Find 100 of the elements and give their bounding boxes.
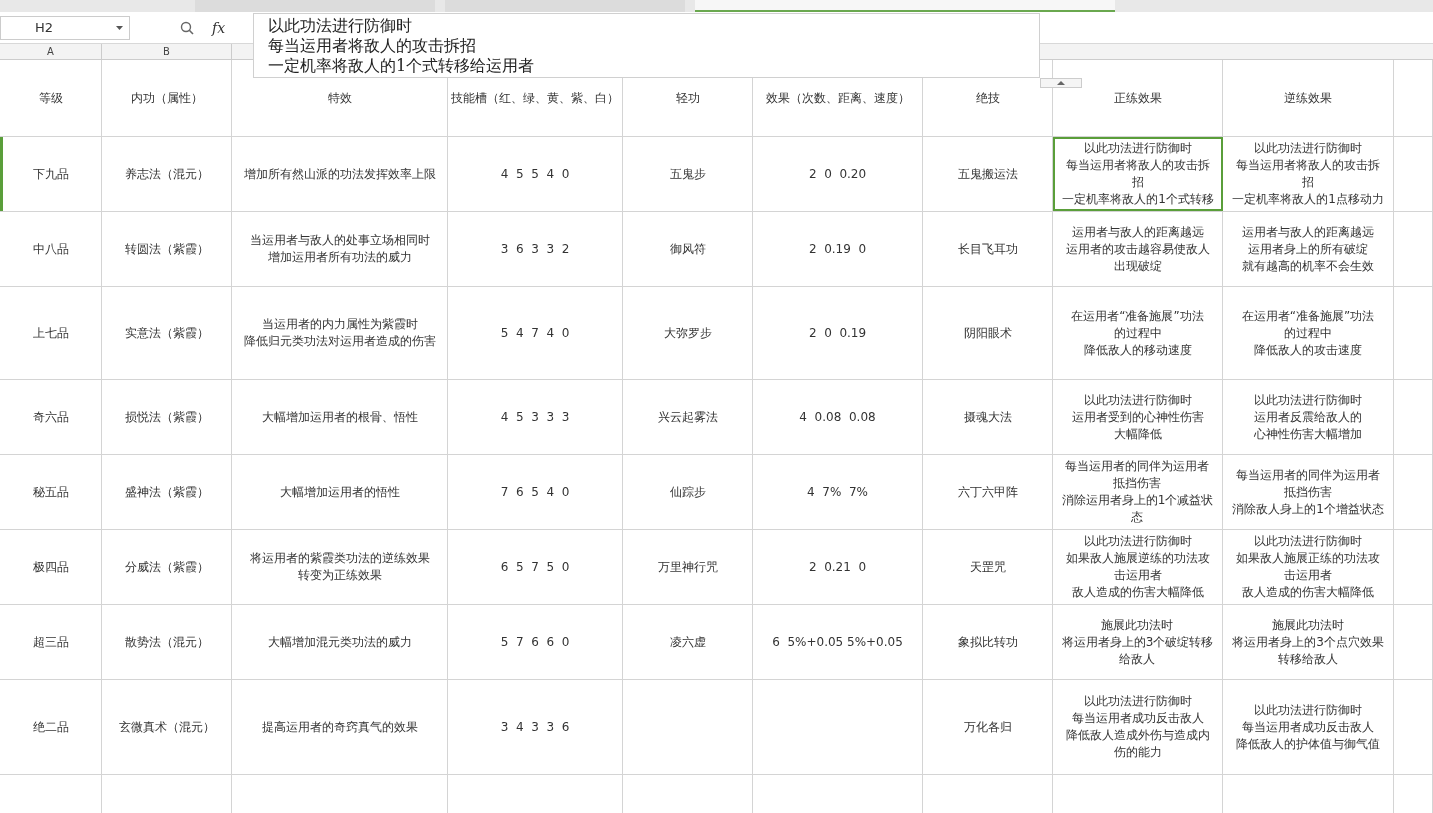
table-cell[interactable]: 万里神行咒 xyxy=(623,530,753,604)
table-cell[interactable]: 秘五品 xyxy=(0,455,102,529)
cell-text: 损悦法（紫霞） xyxy=(124,408,209,426)
table-cell[interactable]: 运用者与敌人的距离越远 运用者的攻击越容易使敌人 出现破绽 xyxy=(1053,212,1223,286)
table-cell[interactable]: 2 0 0.19 xyxy=(753,287,923,379)
table-cell[interactable]: 大幅增加运用者的悟性 xyxy=(232,455,448,529)
table-cell[interactable]: 在运用者“准备施展”功法 的过程中 降低敌人的移动速度 xyxy=(1053,287,1223,379)
table-cell[interactable]: 施展此功法时 将运用者身上的3个破绽转移 给敌人 xyxy=(1053,605,1223,679)
table-cell[interactable]: 5 7 6 6 0 xyxy=(448,605,623,679)
table-cell[interactable]: 大幅增加混元类功法的威力 xyxy=(232,605,448,679)
table-cell[interactable]: 施展此功法时 将运用者身上的3个点穴效果 转移给敌人 xyxy=(1223,605,1394,679)
table-cell[interactable]: 分威法（紫霞） xyxy=(102,530,232,604)
table-cell[interactable]: 实意法（紫霞） xyxy=(102,287,232,379)
table-cell[interactable]: 在运用者“准备施展”功法 的过程中 降低敌人的攻击速度 xyxy=(1223,287,1394,379)
zoom-icon[interactable] xyxy=(180,20,194,35)
column-header[interactable]: B xyxy=(102,44,232,59)
cell-text: 一定机率将敌人的1个式转移 xyxy=(1062,191,1214,208)
cell-text: 万化各归 xyxy=(963,718,1012,736)
table-cell[interactable]: 转圆法（紫霞） xyxy=(102,212,232,286)
table-cell[interactable]: 运用者与敌人的距离越远 运用者身上的所有破绽 就有越高的机率不会生效 xyxy=(1223,212,1394,286)
table-cell[interactable]: 御风符 xyxy=(623,212,753,286)
collapse-toggle-icon[interactable] xyxy=(1040,78,1082,88)
table-cell[interactable]: 养志法（混元） xyxy=(102,137,232,211)
table-cell[interactable]: 提高运用者的奇窍真气的效果 xyxy=(232,680,448,774)
table-cell[interactable]: 2 0.21 0 xyxy=(753,530,923,604)
table-cell[interactable]: 4 5 5 4 0 xyxy=(448,137,623,211)
table-cell[interactable]: 将运用者的紫霞类功法的逆练效果 转变为正练效果 xyxy=(232,530,448,604)
table-cell[interactable]: 2 0 0.20 xyxy=(753,137,923,211)
cell-text: 当运用者的内力属性为紫霞时 xyxy=(261,316,418,333)
cell-text: 以此功法进行防御时 xyxy=(1083,391,1192,409)
cell-text: 的过程中 xyxy=(1284,324,1332,342)
table-cell[interactable]: 5 4 7 4 0 xyxy=(448,287,623,379)
table-cell[interactable]: 4 0.08 0.08 xyxy=(753,380,923,454)
table-cell[interactable]: 长目飞耳功 xyxy=(923,212,1053,286)
cell-text: 每当运用者将敌人的攻击拆 xyxy=(1236,157,1380,174)
table-cell[interactable]: 7 6 5 4 0 xyxy=(448,455,623,529)
cell-text: 运用者反震给敌人的 xyxy=(1254,408,1362,426)
cell-text: 招 xyxy=(1302,174,1314,191)
table-cell[interactable]: 4 7% 7% xyxy=(753,455,923,529)
cell-text: 实意法（紫霞） xyxy=(124,324,209,342)
table-cell[interactable]: 仙踪步 xyxy=(623,455,753,529)
table-cell[interactable]: 盛神法（紫霞） xyxy=(102,455,232,529)
cell-text: 施展此功法时 xyxy=(1272,616,1344,634)
table-cell[interactable]: 凌六虚 xyxy=(623,605,753,679)
table-cell[interactable]: 每当运用者的同伴为运用者 抵挡伤害 消除运用者身上的1个减益状 态 xyxy=(1053,455,1223,529)
table-cell[interactable]: 以此功法进行防御时 运用者受到的心神性伤害 大幅降低 xyxy=(1053,380,1223,454)
table-cell[interactable]: 五鬼搬运法 xyxy=(923,137,1053,211)
cell-text: 伤的能力 xyxy=(1113,744,1162,761)
table-cell[interactable]: 象拟比转功 xyxy=(923,605,1053,679)
table-cell[interactable]: 兴云起雾法 xyxy=(623,380,753,454)
table-cell[interactable]: 下九品 xyxy=(0,137,102,211)
table-cell[interactable]: 增加所有然山派的功法发挥效率上限 xyxy=(232,137,448,211)
function-button[interactable]: fx xyxy=(212,19,226,36)
table-cell[interactable]: 玄微真术（混元） xyxy=(102,680,232,774)
table-cell[interactable]: 超三品 xyxy=(0,605,102,679)
cell-text: 运用者受到的心神性伤害 xyxy=(1071,408,1204,426)
table-cell[interactable]: 损悦法（紫霞） xyxy=(102,380,232,454)
table-cell[interactable]: 以此功法进行防御时 每当运用者成功反击敌人 降低敌人造成外伤与造成内 伤的能力 xyxy=(1053,680,1223,774)
cell-text: 降低敌人的攻击速度 xyxy=(1254,341,1362,359)
cell-text: 4 5 5 4 0 xyxy=(500,165,570,183)
cell-text: 仙踪步 xyxy=(669,483,706,501)
table-cell[interactable]: 天罡咒 xyxy=(923,530,1053,604)
table-cell[interactable]: 六丁六甲阵 xyxy=(923,455,1053,529)
table-cell[interactable]: 阴阳眼术 xyxy=(923,287,1053,379)
cell-text: 2 0 0.19 xyxy=(808,324,867,342)
table-cell[interactable]: 中八品 xyxy=(0,212,102,286)
document-tab[interactable] xyxy=(695,0,1115,12)
table-cell[interactable]: 绝二品 xyxy=(0,680,102,774)
cell-text: 玄微真术（混元） xyxy=(118,718,215,736)
table-cell[interactable]: 散势法（混元） xyxy=(102,605,232,679)
table-cell[interactable]: 以此功法进行防御时 运用者反震给敌人的 心神性伤害大幅增加 xyxy=(1223,380,1394,454)
table-cell[interactable]: 大弥罗步 xyxy=(623,287,753,379)
table-cell[interactable]: 万化各归 xyxy=(923,680,1053,774)
table-cell[interactable]: 当运用者与敌人的处事立场相同时 增加运用者所有功法的威力 xyxy=(232,212,448,286)
table-cell[interactable]: 奇六品 xyxy=(0,380,102,454)
cell-text: 运用者与敌人的距离越远 xyxy=(1071,223,1204,241)
table-cell[interactable]: 五鬼步 xyxy=(623,137,753,211)
table-cell[interactable]: 上七品 xyxy=(0,287,102,379)
table-cell[interactable]: 以此功法进行防御时 每当运用者将敌人的攻击拆 招 一定机率将敌人的1点移动力 xyxy=(1223,137,1394,211)
cell-text: 凌六虚 xyxy=(669,633,706,651)
table-cell[interactable]: 6 5%+0.05 5%+0.05 xyxy=(753,605,923,679)
cell-text: 每当运用者的同伴为运用者 xyxy=(1065,458,1210,475)
cell-text: 4 5 3 3 3 xyxy=(500,408,570,426)
table-cell[interactable]: 6 5 7 5 0 xyxy=(448,530,623,604)
table-cell[interactable]: 当运用者的内力属性为紫霞时 降低归元类功法对运用者造成的伤害 xyxy=(232,287,448,379)
table-cell[interactable]: 以此功法进行防御时 每当运用者成功反击敌人 降低敌人的护体值与御气值 xyxy=(1223,680,1394,774)
table-cell[interactable]: 大幅增加运用者的根骨、悟性 xyxy=(232,380,448,454)
formula-content[interactable]: 以此功法进行防御时 每当运用者将敌人的攻击拆招 一定机率将敌人的1个式转移给运用者 xyxy=(253,13,1040,78)
table-cell[interactable]: 以此功法进行防御时 每当运用者将敌人的攻击拆 招 一定机率将敌人的1个式转移 xyxy=(1053,137,1223,211)
table-cell[interactable]: 4 5 3 3 3 xyxy=(448,380,623,454)
table-cell[interactable]: 以此功法进行防御时 如果敌人施展正练的功法攻 击运用者 敌人造成的伤害大幅降低 xyxy=(1223,530,1394,604)
table-cell[interactable]: 极四品 xyxy=(0,530,102,604)
column-header[interactable]: A xyxy=(0,44,102,59)
table-cell[interactable]: 2 0.19 0 xyxy=(753,212,923,286)
table-cell[interactable]: 3 4 3 3 6 xyxy=(448,680,623,774)
table-cell[interactable]: 3 6 3 3 2 xyxy=(448,212,623,286)
table-cell[interactable]: 以此功法进行防御时 如果敌人施展逆练的功法攻 击运用者 敌人造成的伤害大幅降低 xyxy=(1053,530,1223,604)
table-cell[interactable]: 摄魂大法 xyxy=(923,380,1053,454)
table-cell[interactable]: 每当运用者的同伴为运用者 抵挡伤害 消除敌人身上的1个增益状态 xyxy=(1223,455,1394,529)
name-box[interactable]: H2 xyxy=(0,15,130,40)
